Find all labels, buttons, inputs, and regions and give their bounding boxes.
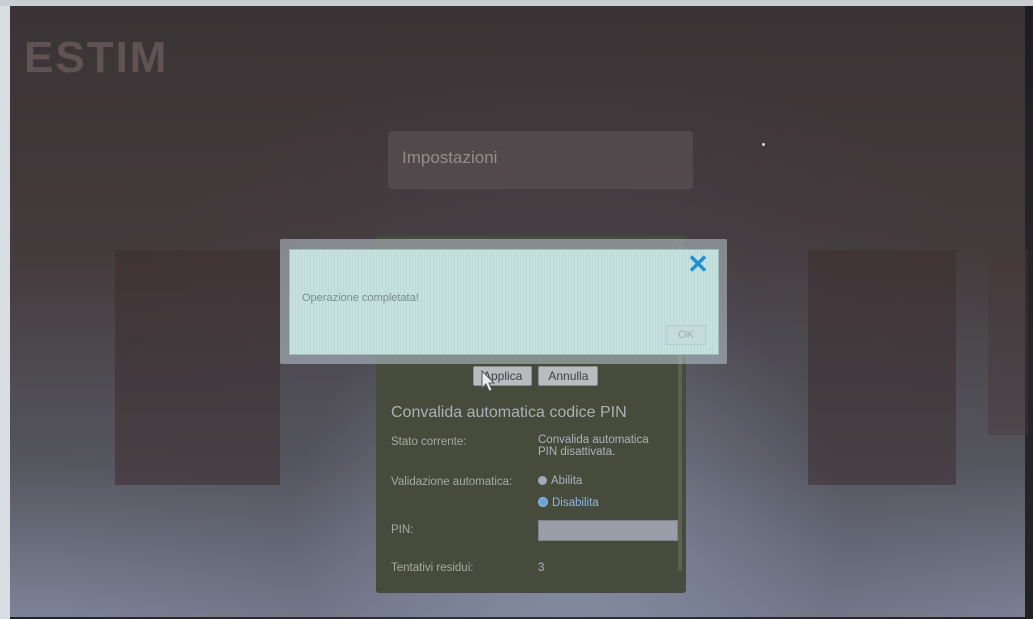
modal-overlay: ✕ Operazione completata! OK bbox=[280, 239, 727, 364]
close-icon[interactable]: ✕ bbox=[686, 251, 710, 277]
window-edge-left bbox=[0, 0, 10, 619]
current-state-label: Stato corrente: bbox=[391, 436, 467, 448]
current-state-value-line2: PIN disattivata. bbox=[538, 446, 616, 458]
current-state-value: Convalida automatica PIN disattivata. bbox=[538, 434, 649, 458]
section-title: Convalida automatica codice PIN bbox=[391, 404, 627, 421]
pin-input[interactable] bbox=[538, 520, 678, 541]
brand-logo: ESTIM bbox=[24, 33, 169, 82]
auto-validation-label: Validazione automatica: bbox=[391, 476, 513, 488]
right-edge-panel bbox=[988, 250, 1028, 435]
attempts-label: Tentativi residui: bbox=[391, 562, 474, 574]
radio-enable-dot bbox=[538, 476, 547, 485]
pin-label: PIN: bbox=[391, 524, 414, 536]
radio-enable[interactable]: Abilita bbox=[538, 475, 582, 487]
dialog-message: Operazione completata! bbox=[302, 292, 419, 304]
radio-disable[interactable]: Disabilita bbox=[538, 497, 599, 509]
radio-enable-label: Abilita bbox=[551, 475, 583, 487]
current-state-value-line1: Convalida automatica bbox=[538, 434, 649, 446]
mouse-cursor-icon bbox=[481, 370, 496, 392]
radio-disable-label: Disabilita bbox=[552, 497, 599, 509]
cancel-button[interactable]: Annulla bbox=[538, 366, 599, 386]
confirmation-dialog: ✕ Operazione completata! OK bbox=[289, 249, 719, 355]
right-background-panel bbox=[808, 250, 956, 485]
settings-menu-card[interactable]: Impostazioni bbox=[388, 131, 693, 189]
attempts-value: 3 bbox=[538, 562, 545, 574]
left-background-panel bbox=[115, 250, 280, 485]
menu-card-title: Impostazioni bbox=[402, 148, 498, 167]
window-edge-top bbox=[0, 0, 1033, 6]
ok-button[interactable]: OK bbox=[666, 325, 706, 345]
screen-dust bbox=[762, 143, 765, 146]
radio-disable-dot bbox=[538, 497, 548, 507]
